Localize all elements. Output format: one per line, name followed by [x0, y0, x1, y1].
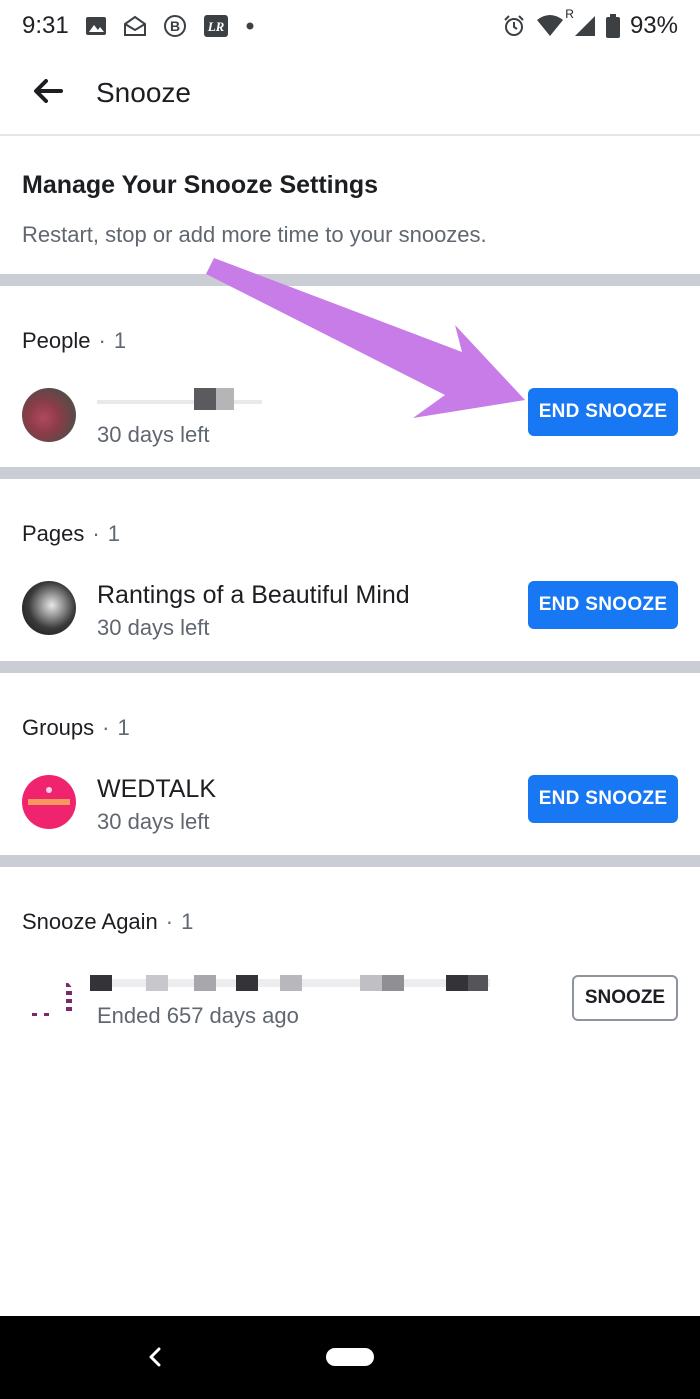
intro-section: Manage Your Snooze Settings Restart, sto… [0, 137, 700, 274]
item-title: WEDTALK [97, 775, 216, 803]
svg-text:B: B [170, 18, 180, 34]
lr-icon: LR [203, 14, 229, 38]
section-name: People [22, 328, 91, 353]
intro-title: Manage Your Snooze Settings [22, 171, 379, 199]
divider [0, 274, 700, 286]
nav-back-button[interactable] [140, 1338, 170, 1376]
intro-subtitle: Restart, stop or add more time to your s… [22, 222, 487, 247]
item-subtitle: 30 days left [97, 809, 210, 834]
item-title: Rantings of a Beautiful Mind [97, 581, 410, 609]
section-dot: · [92, 521, 100, 546]
notification-dot-icon [245, 21, 255, 31]
nav-home-pill[interactable] [326, 1348, 374, 1366]
section-header: Pages · 1 [22, 521, 120, 547]
page-title: Snooze [96, 77, 191, 108]
section-header: People · 1 [22, 328, 126, 354]
section-count: 1 [117, 715, 130, 740]
section-header: Groups · 1 [22, 715, 130, 741]
navigation-bar [0, 1316, 700, 1399]
status-bar: 9:31 B LR R 93% [0, 0, 700, 52]
divider [0, 661, 700, 673]
section-count: 1 [113, 328, 127, 353]
item-subtitle: Ended 657 days ago [97, 1003, 299, 1028]
wifi-icon: R [536, 7, 574, 37]
list-item: 30 days left END SNOOZE [0, 388, 700, 468]
item-subtitle: 30 days left [97, 422, 210, 447]
app-bar: Snooze [0, 52, 700, 136]
avatar[interactable] [22, 581, 76, 635]
divider [0, 855, 700, 867]
list-item: WEDTALK 30 days left END SNOOZE [0, 775, 700, 855]
alarm-icon [502, 14, 526, 38]
end-snooze-button[interactable]: END SNOOZE [528, 581, 678, 629]
battery-icon [605, 14, 620, 38]
back-button[interactable] [20, 65, 76, 121]
redacted-name [97, 388, 262, 410]
list-item: Ended 657 days ago SNOOZE [0, 975, 700, 1055]
section-count: 1 [181, 909, 194, 934]
signal-icon [574, 15, 596, 37]
section-name: Groups [22, 715, 95, 740]
b-icon: B [163, 14, 187, 38]
section-name: Snooze Again [22, 909, 158, 934]
roaming-label: R [565, 7, 574, 21]
section-header: Snooze Again · 1 [22, 909, 193, 935]
divider [0, 467, 700, 479]
people-section: People · 1 30 days left END SNOOZE [0, 286, 700, 467]
avatar[interactable] [22, 975, 76, 1029]
list-item: Rantings of a Beautiful Mind 30 days lef… [0, 581, 700, 661]
avatar[interactable] [22, 388, 76, 442]
battery-percent: 93% [629, 12, 678, 39]
image-icon [85, 16, 107, 36]
pages-section: Pages · 1 Rantings of a Beautiful Mind 3… [0, 479, 700, 661]
snooze-again-section: Snooze Again · 1 Ended 657 days ago SNOO… [0, 867, 700, 1067]
mail-icon [123, 15, 147, 37]
redacted-name [90, 975, 490, 993]
end-snooze-button[interactable]: END SNOOZE [528, 388, 678, 436]
section-count: 1 [107, 521, 120, 546]
back-arrow-icon [33, 78, 63, 108]
end-snooze-button[interactable]: END SNOOZE [528, 775, 678, 823]
svg-text:LR: LR [206, 19, 224, 34]
item-subtitle: 30 days left [97, 615, 210, 640]
groups-section: Groups · 1 WEDTALK 30 days left END SNOO… [0, 673, 700, 855]
section-dot: · [102, 715, 110, 740]
section-dot: · [165, 909, 174, 934]
avatar[interactable] [22, 775, 76, 829]
section-name: Pages [22, 521, 85, 546]
section-dot: · [98, 328, 106, 353]
snooze-button[interactable]: SNOOZE [572, 975, 678, 1021]
status-time: 9:31 [22, 12, 69, 39]
